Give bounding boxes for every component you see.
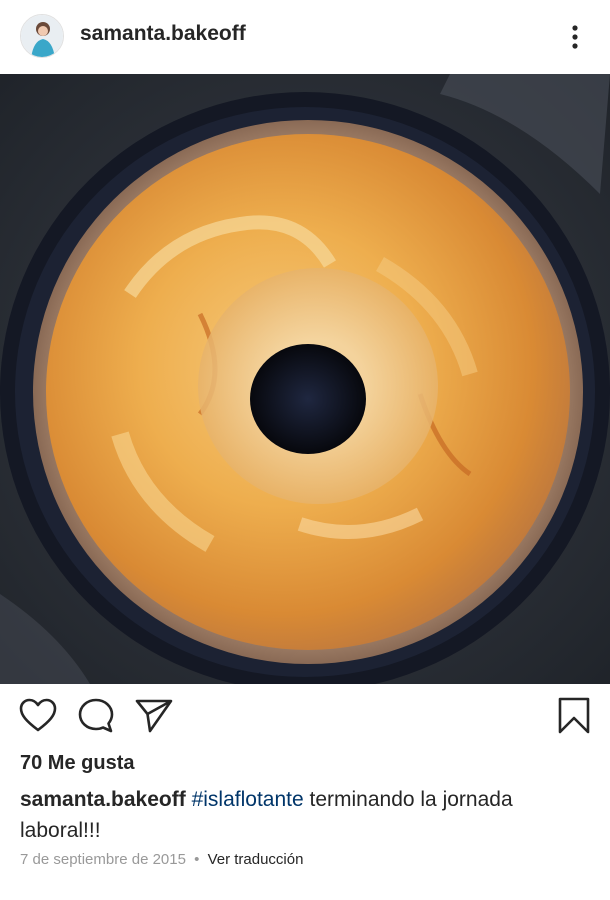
translate-link[interactable]: Ver traducción	[208, 851, 304, 868]
bookmark-icon	[558, 697, 590, 734]
like-button[interactable]	[18, 696, 58, 736]
action-bar	[0, 696, 610, 742]
post-date: 7 de septiembre de 2015	[20, 851, 186, 868]
share-button[interactable]	[134, 696, 174, 736]
flan-cake-image	[0, 74, 610, 684]
avatar[interactable]	[20, 14, 64, 58]
more-vertical-icon	[572, 25, 578, 49]
caption-username[interactable]: samanta.bakeoff	[20, 788, 186, 811]
avatar-image	[21, 15, 63, 57]
comment-icon	[78, 698, 114, 733]
post-photo[interactable]	[0, 74, 610, 684]
meta-separator: •	[194, 851, 200, 868]
comment-button[interactable]	[76, 696, 116, 736]
likes-count[interactable]: 70 Me gusta	[20, 752, 134, 775]
post-meta: 7 de septiembre de 2015 • Ver traducción	[20, 851, 303, 868]
post-username[interactable]: samanta.bakeoff	[80, 22, 246, 46]
send-icon	[135, 699, 173, 733]
post-header: samanta.bakeoff	[0, 0, 610, 74]
post-caption: samanta.bakeoff #islaflotante terminando…	[20, 784, 580, 846]
caption-hashtag[interactable]: #islaflotante	[192, 788, 304, 811]
heart-icon	[19, 698, 57, 732]
save-button[interactable]	[554, 696, 594, 736]
more-options-button[interactable]	[560, 22, 590, 52]
